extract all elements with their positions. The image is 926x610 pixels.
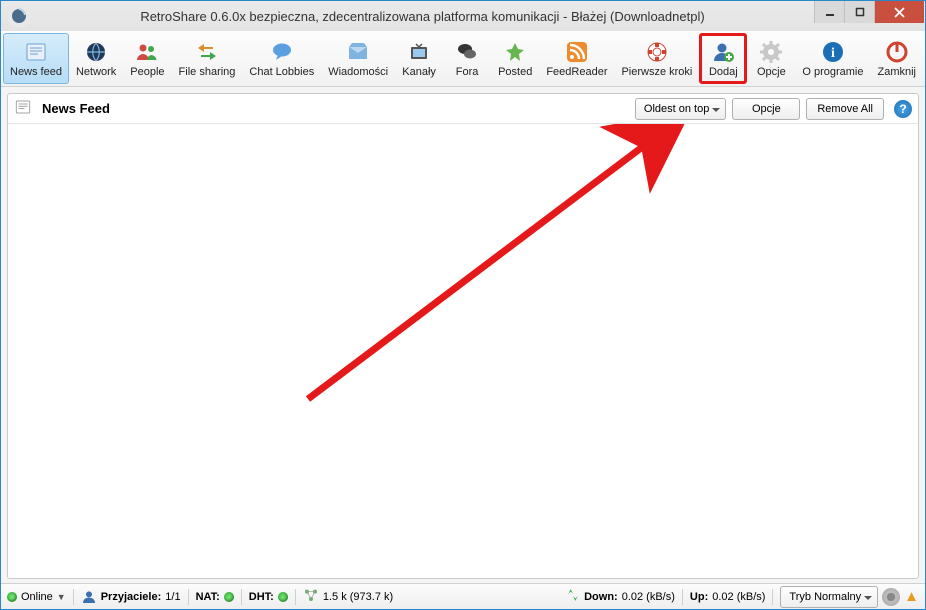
svg-text:i: i bbox=[831, 46, 835, 61]
chat-icon bbox=[269, 39, 295, 65]
file-sharing-icon bbox=[194, 39, 220, 65]
add-friend-icon bbox=[710, 39, 736, 65]
channels-icon bbox=[406, 39, 432, 65]
tb-label: Chat Lobbies bbox=[249, 66, 314, 78]
minimize-button[interactable] bbox=[814, 1, 844, 23]
window-title: RetroShare 0.6.0x bezpieczna, zdecentral… bbox=[31, 9, 814, 24]
tb-channels[interactable]: Kanały bbox=[395, 33, 443, 84]
online-label[interactable]: Online bbox=[21, 591, 53, 603]
tb-label: O programie bbox=[802, 66, 863, 78]
tb-label: Network bbox=[76, 66, 116, 78]
tb-label: Posted bbox=[498, 66, 532, 78]
panel-options-button[interactable]: Opcje bbox=[732, 98, 800, 120]
tb-label: Pierwsze kroki bbox=[621, 66, 692, 78]
sort-selected: Oldest on top bbox=[644, 103, 709, 115]
tb-network[interactable]: Network bbox=[69, 33, 123, 84]
tb-label: Dodaj bbox=[709, 66, 738, 78]
status-bar: Online ▼ Przyjaciele: 1/1 NAT: DHT: 1.5 … bbox=[1, 583, 925, 609]
tb-label: Opcje bbox=[757, 66, 786, 78]
panel-icon bbox=[14, 98, 32, 119]
tb-close[interactable]: Zamknij bbox=[870, 33, 923, 84]
nat-label: NAT: bbox=[196, 591, 220, 603]
nodes-icon bbox=[303, 587, 319, 606]
news-feed-panel: News Feed Oldest on top Opcje Remove All… bbox=[7, 93, 919, 579]
app-icon bbox=[7, 4, 31, 28]
tb-feedreader[interactable]: FeedReader bbox=[539, 33, 614, 84]
tb-label: FeedReader bbox=[546, 66, 607, 78]
annotation-arrow bbox=[8, 124, 918, 579]
dht-dot-icon bbox=[278, 592, 288, 602]
dropdown-arrow-icon[interactable]: ▼ bbox=[57, 592, 66, 602]
friends-count: 1/1 bbox=[165, 591, 180, 603]
mode-label: Tryb Normalny bbox=[789, 591, 861, 603]
messages-icon bbox=[345, 39, 371, 65]
tb-label: Kanały bbox=[402, 66, 436, 78]
tb-chat-lobbies[interactable]: Chat Lobbies bbox=[242, 33, 321, 84]
news-feed-icon bbox=[23, 39, 49, 65]
tb-label: Zamknij bbox=[877, 66, 916, 78]
titlebar: RetroShare 0.6.0x bezpieczna, zdecentral… bbox=[1, 1, 925, 31]
tb-label: Fora bbox=[456, 66, 479, 78]
sort-dropdown[interactable]: Oldest on top bbox=[635, 98, 726, 120]
mode-dropdown[interactable]: Tryb Normalny bbox=[780, 586, 878, 608]
posted-icon bbox=[502, 39, 528, 65]
lifebuoy-icon bbox=[644, 39, 670, 65]
tb-first-steps[interactable]: Pierwsze kroki bbox=[614, 33, 699, 84]
friend-icon bbox=[81, 589, 97, 605]
transfer-icon bbox=[566, 588, 580, 605]
down-label: Down: bbox=[584, 591, 618, 603]
tb-news-feed[interactable]: News feed bbox=[3, 33, 69, 84]
friends-label: Przyjaciele: bbox=[101, 591, 162, 603]
tb-label: People bbox=[130, 66, 164, 78]
close-button[interactable] bbox=[874, 1, 924, 23]
up-label: Up: bbox=[690, 591, 708, 603]
tb-people[interactable]: People bbox=[123, 33, 171, 84]
panel-body bbox=[8, 124, 918, 578]
tb-options[interactable]: Opcje bbox=[747, 33, 795, 84]
info-icon: i bbox=[820, 39, 846, 65]
main-toolbar: News feed Network People File sharing Ch… bbox=[1, 31, 925, 87]
gear-icon bbox=[758, 39, 784, 65]
network-icon bbox=[83, 39, 109, 65]
maximize-button[interactable] bbox=[844, 1, 874, 23]
people-icon bbox=[134, 39, 160, 65]
content-wrap: News Feed Oldest on top Opcje Remove All… bbox=[1, 87, 925, 583]
remove-all-button[interactable]: Remove All bbox=[806, 98, 884, 120]
power-icon bbox=[884, 39, 910, 65]
tb-posted[interactable]: Posted bbox=[491, 33, 539, 84]
tb-forums[interactable]: Fora bbox=[443, 33, 491, 84]
sound-button[interactable] bbox=[882, 588, 900, 606]
warning-icon[interactable]: ▲ bbox=[904, 588, 919, 605]
nat-dot-icon bbox=[224, 592, 234, 602]
rss-icon bbox=[564, 39, 590, 65]
online-dot-icon bbox=[7, 592, 17, 602]
panel-title: News Feed bbox=[42, 101, 110, 116]
rate-text: 1.5 k (973.7 k) bbox=[323, 591, 393, 603]
up-value: 0.02 (kB/s) bbox=[712, 591, 765, 603]
tb-label: News feed bbox=[10, 66, 62, 78]
help-icon[interactable]: ? bbox=[894, 100, 912, 118]
tb-add[interactable]: Dodaj bbox=[699, 33, 747, 84]
tb-file-sharing[interactable]: File sharing bbox=[172, 33, 243, 84]
forums-icon bbox=[454, 39, 480, 65]
tb-label: Wiadomości bbox=[328, 66, 388, 78]
tb-messages[interactable]: Wiadomości bbox=[321, 33, 395, 84]
tb-about[interactable]: i O programie bbox=[795, 33, 870, 84]
down-value: 0.02 (kB/s) bbox=[622, 591, 675, 603]
tb-label: File sharing bbox=[179, 66, 236, 78]
panel-header: News Feed Oldest on top Opcje Remove All… bbox=[8, 94, 918, 124]
dht-label: DHT: bbox=[249, 591, 274, 603]
